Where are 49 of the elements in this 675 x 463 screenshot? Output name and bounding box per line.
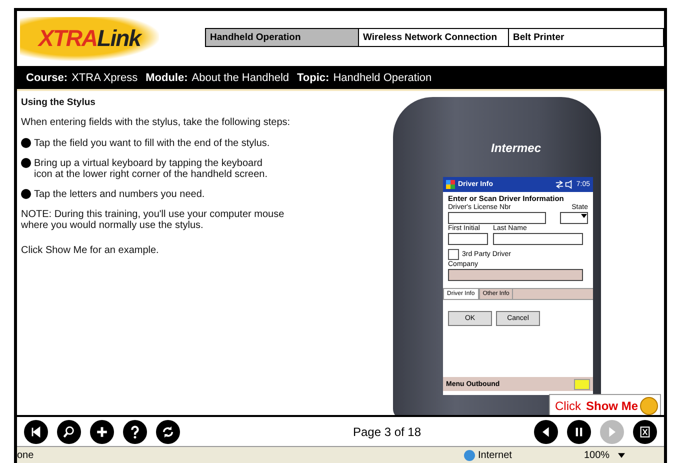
- step-text: Tap the field you want to fill with the end of the stylus.: [34, 138, 270, 149]
- logo: XTRALink: [20, 16, 159, 60]
- prompt-text: Click Show Me for an example.: [21, 245, 160, 256]
- bullet-icon: [21, 138, 31, 148]
- state-dropdown[interactable]: [560, 212, 588, 224]
- note-text: NOTE: During this training, you'll use your computer mouse where you would normally use the stylus.: [21, 209, 286, 231]
- breadcrumb-value: XTRA Xpress: [72, 72, 138, 84]
- caret-icon: [581, 214, 587, 218]
- plus-icon: [95, 424, 109, 438]
- breadcrumb-label: Topic:: [297, 72, 330, 84]
- bullet-icon: [21, 158, 31, 168]
- company-field[interactable]: [448, 269, 583, 281]
- device-brand: Intermec: [491, 141, 542, 155]
- windows-flag-icon: [446, 180, 455, 189]
- question-mark-icon: [128, 424, 142, 438]
- bullet-icon: [21, 189, 31, 199]
- connectivity-icon: [555, 180, 574, 189]
- checkbox[interactable]: [448, 249, 459, 260]
- nav-tab[interactable]: Handheld Operation: [206, 29, 358, 46]
- last-name-field[interactable]: [493, 233, 583, 245]
- breadcrumb-value: Handheld Operation: [333, 72, 432, 84]
- close-icon: [638, 424, 652, 438]
- zoom-level[interactable]: 100%: [584, 450, 610, 460]
- breadcrumb-label: Module:: [146, 72, 188, 84]
- exit-button[interactable]: [633, 420, 657, 444]
- lesson-intro: When entering fields with the stylus, take the following steps:: [21, 117, 292, 128]
- zone-text: Internet: [478, 450, 512, 460]
- step-text: Bring up a virtual keyboard by tapping the keyboard icon at the lower right corner of the handheld screen.: [34, 158, 268, 180]
- plus-button[interactable]: [90, 420, 114, 444]
- breadcrumb-value: About the Handheld: [192, 72, 290, 84]
- search-icon: [62, 424, 76, 438]
- show-me-button[interactable]: Click Show Me: [549, 394, 662, 415]
- status-text: one: [17, 450, 35, 460]
- breadcrumb-label: Course:: [26, 72, 68, 84]
- skip-back-icon: [29, 424, 43, 438]
- pause-button[interactable]: [567, 420, 591, 444]
- help-button[interactable]: [123, 420, 147, 444]
- back-button[interactable]: [534, 420, 558, 444]
- page-indicator: Page 3 of 18: [352, 424, 422, 438]
- first-initial-field[interactable]: [448, 233, 488, 245]
- step-text: Tap the letters and numbers you need.: [34, 189, 205, 200]
- search-button[interactable]: [57, 420, 81, 444]
- refresh-icon: [161, 424, 175, 438]
- caret-icon[interactable]: [618, 452, 625, 458]
- refresh-button[interactable]: [156, 420, 180, 444]
- first-page-button[interactable]: [24, 420, 48, 444]
- globe-icon: [464, 450, 475, 460]
- lesson-heading: Using the Stylus: [21, 97, 96, 108]
- license-field[interactable]: [448, 212, 546, 224]
